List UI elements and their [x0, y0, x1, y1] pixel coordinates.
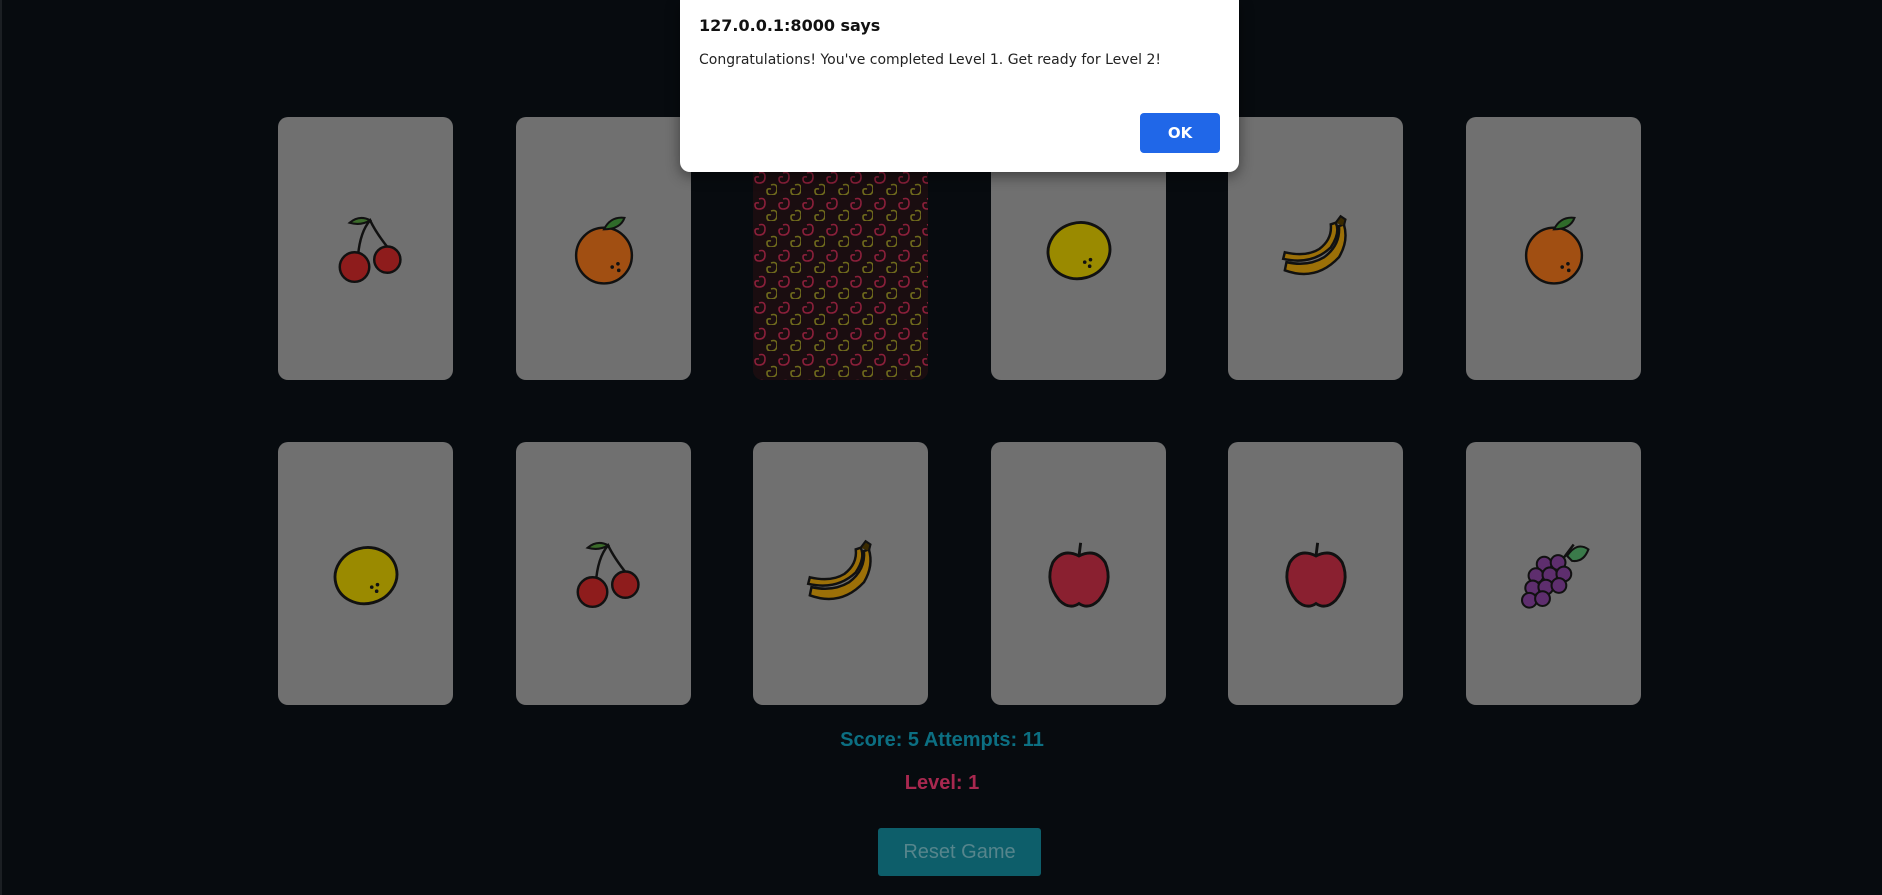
card-r2-c2[interactable] — [516, 442, 691, 705]
card-r1-c1[interactable] — [278, 117, 453, 380]
lemon-icon — [1046, 220, 1111, 280]
orange-icon — [1524, 216, 1583, 285]
reset-game-button[interactable]: Reset Game — [878, 828, 1041, 876]
card-r2-c6[interactable] — [1466, 442, 1641, 705]
card-r1-c6[interactable] — [1466, 117, 1641, 380]
orange-icon — [574, 216, 633, 285]
score-attempts: Score: 5 Attempts: 11 — [840, 729, 1044, 751]
card-r2-c1[interactable] — [278, 442, 453, 705]
grapes-icon — [1520, 543, 1590, 609]
lemon-icon — [333, 545, 398, 605]
ok-button[interactable]: OK — [1140, 113, 1220, 153]
level-indicator: Level: 1 — [904, 772, 980, 794]
card-r1-c2[interactable] — [516, 117, 691, 380]
dialog-title: 127.0.0.1:8000 says — [699, 16, 881, 35]
card-r2-c4[interactable] — [991, 442, 1166, 705]
dialog-message: Congratulations! You've completed Level … — [699, 52, 1161, 68]
card-r2-c5[interactable] — [1228, 442, 1403, 705]
banana-icon — [806, 539, 872, 600]
cherry-icon — [338, 216, 402, 283]
banana-icon — [1281, 214, 1347, 275]
card-r2-c3[interactable] — [753, 442, 928, 705]
apple-icon — [1047, 542, 1110, 608]
cherry-icon — [576, 541, 640, 608]
alert-dialog: 127.0.0.1:8000 says Congratulations! You… — [680, 0, 1239, 172]
apple-icon — [1284, 542, 1347, 608]
game-page: SS — [0, 0, 1882, 895]
card-r1-c5[interactable] — [1228, 117, 1403, 380]
